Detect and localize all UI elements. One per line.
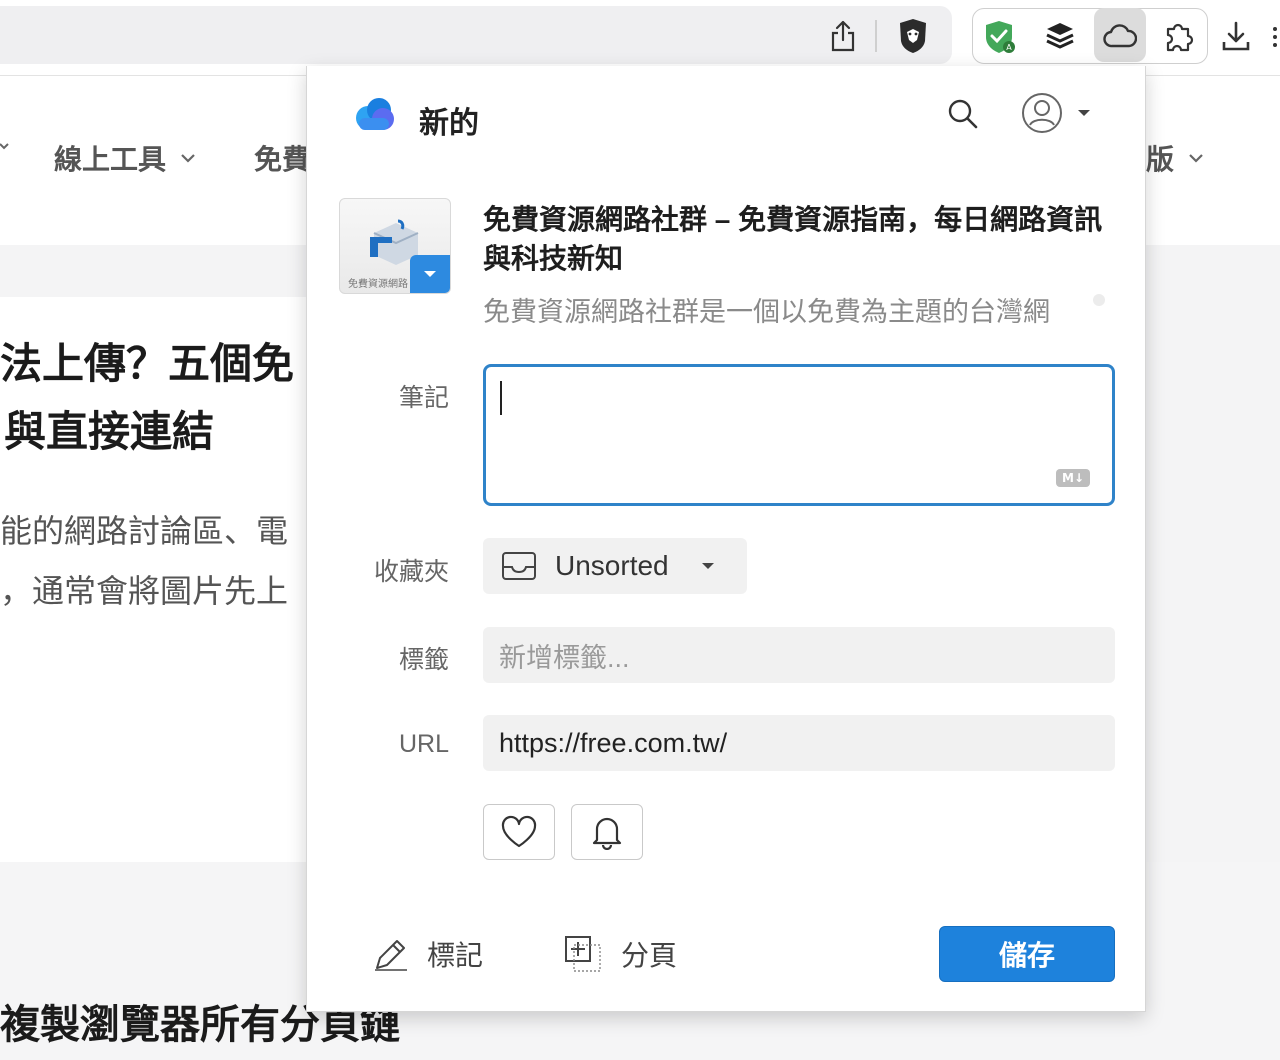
page-side-panel (1146, 245, 1280, 862)
nav-item-online-tools[interactable]: 線上工具 (54, 138, 196, 178)
article-excerpt-line2: ，通常會將圖片先上 (0, 573, 289, 609)
caret-down-icon (1078, 110, 1090, 116)
description-scroll-indicator (1093, 294, 1105, 306)
toolbar-separator (875, 20, 877, 52)
nav-chevron-left[interactable] (0, 140, 10, 154)
more-menu-icon[interactable] (1270, 22, 1280, 52)
bookmark-title[interactable]: 免費資源網路社群 – 免費資源指南，每日網路資訊與科技新知 (483, 200, 1103, 278)
account-menu[interactable] (1021, 92, 1101, 134)
bookmark-description[interactable]: 免費資源網路社群是一個以免費為主題的台灣網 (483, 290, 1073, 329)
browser-toolbar: A (0, 0, 1280, 76)
collection-value: Unsorted (555, 550, 669, 581)
raindrop-cloud-icon[interactable] (1102, 20, 1138, 52)
url-value: https://free.com.tw/ (499, 727, 728, 758)
url-input[interactable]: https://free.com.tw/ (483, 715, 1115, 771)
favorite-button[interactable] (483, 804, 555, 860)
caret-down-icon (424, 271, 436, 277)
article-headline-line2[interactable]: 與直接連結 (4, 398, 214, 459)
raindrop-logo-icon (353, 96, 397, 136)
address-bar[interactable] (0, 6, 952, 64)
article-excerpt: 能的網路討論區、電 (0, 513, 289, 549)
highlight-button[interactable]: 標記 (373, 934, 483, 974)
collection-label: 收藏夾 (373, 558, 449, 586)
article-headline[interactable]: 法上傳？五個免 (0, 330, 294, 391)
caret-down-icon (701, 563, 714, 569)
popup-title: 新的 (419, 107, 479, 140)
share-icon[interactable] (826, 18, 860, 54)
extension-green-shield-icon[interactable]: A (982, 18, 1018, 56)
svg-text:A: A (1006, 43, 1012, 52)
tags-placeholder: 新增標籤... (499, 642, 630, 673)
nav-item-free[interactable]: 免費 (254, 138, 310, 178)
download-icon[interactable] (1218, 18, 1254, 54)
search-icon[interactable] (947, 98, 979, 130)
inbox-icon (502, 552, 536, 580)
markdown-badge: M↓ (1056, 469, 1090, 487)
raindrop-popup: 新的 免費資源網路 免費資源網路社群 – 免費資源指南，每日網路資訊與科技新知 … (306, 66, 1146, 1012)
brave-shield-icon[interactable] (894, 16, 932, 56)
tabs-label: 分頁 (621, 940, 678, 971)
tabs-button[interactable]: 分頁 (563, 934, 677, 974)
add-tabs-icon (565, 936, 601, 972)
chevron-down-icon (181, 154, 195, 163)
thumbnail-dropdown[interactable] (410, 255, 450, 293)
url-label: URL (398, 730, 449, 758)
nav-item-edition[interactable]: 版 (1146, 138, 1204, 178)
note-textarea[interactable]: M↓ (483, 364, 1115, 506)
collection-select[interactable]: Unsorted (483, 538, 747, 594)
save-button[interactable]: 儲存 (939, 926, 1115, 982)
extension-buffer-icon[interactable] (1042, 18, 1078, 54)
chevron-down-icon (1189, 154, 1203, 163)
bookmark-thumbnail[interactable]: 免費資源網路 (339, 198, 451, 294)
nav-label: 線上工具 (54, 144, 167, 175)
tags-label: 標籤 (398, 646, 449, 674)
pencil-icon (375, 940, 407, 971)
highlight-label: 標記 (427, 940, 484, 971)
heart-icon (501, 815, 537, 848)
note-label: 筆記 (398, 384, 449, 412)
bell-icon (592, 817, 622, 850)
reminder-button[interactable] (571, 804, 643, 860)
tags-input[interactable]: 新增標籤... (483, 627, 1115, 683)
extensions-puzzle-icon[interactable] (1160, 18, 1198, 56)
nav-label: 版 (1146, 144, 1175, 175)
text-cursor (500, 381, 502, 415)
thumbnail-caption: 免費資源網路 (348, 279, 408, 290)
nav-label: 免費 (254, 144, 311, 175)
avatar-icon (1022, 93, 1062, 133)
